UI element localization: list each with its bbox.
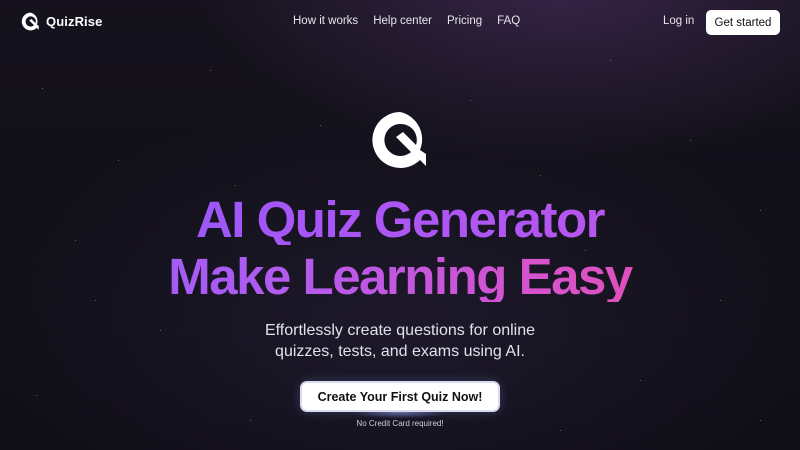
headline-line-2: Make Learning Easy	[0, 251, 800, 302]
headline-line-1: AI Quiz Generator	[0, 194, 800, 245]
hero-logo-icon	[372, 112, 426, 168]
create-first-quiz-button[interactable]: Create Your First Quiz Now!	[300, 381, 500, 412]
brand-name: QuizRise	[46, 14, 103, 29]
login-link[interactable]: Log in	[663, 15, 694, 27]
nav-link-help-center[interactable]: Help center	[373, 15, 432, 27]
quizrise-logo-icon	[21, 12, 39, 31]
subtitle-line-2: quizzes, tests, and exams using AI.	[275, 343, 525, 360]
nav-links: How it works Help center Pricing FAQ	[293, 15, 520, 27]
nav-link-how-it-works[interactable]: How it works	[293, 15, 358, 27]
nav-link-pricing[interactable]: Pricing	[447, 15, 482, 27]
subtitle-line-1: Effortlessly create questions for online	[264, 322, 536, 339]
brand-home-link[interactable]: QuizRise	[21, 12, 102, 31]
get-started-button[interactable]: Get started	[706, 10, 780, 35]
top-navbar: QuizRise How it works Help center Pricin…	[0, 0, 800, 46]
nav-link-faq[interactable]: FAQ	[497, 15, 520, 27]
hero-subtitle: Effortlessly create questions for online…	[0, 320, 800, 362]
no-credit-card-note: No Credit Card required!	[356, 419, 444, 428]
